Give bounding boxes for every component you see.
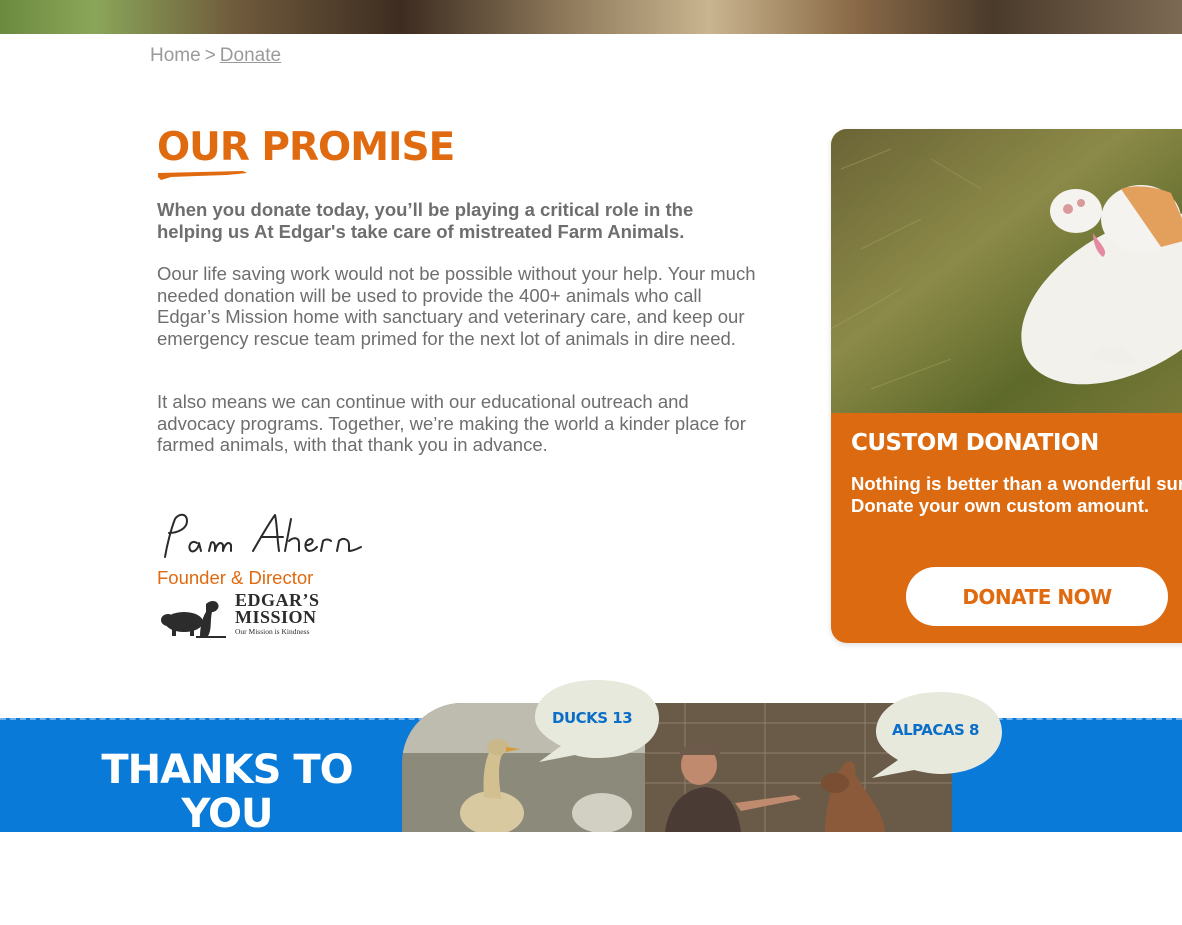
card-title: CUSTOM DONATION	[851, 430, 1099, 456]
card-description-line-1: Nothing is better than a wonderful surp	[851, 473, 1182, 494]
impact-heading-line-1: THANKS TO YOU	[101, 747, 353, 837]
pig-and-person-icon	[161, 601, 226, 638]
founder-role: Founder & Director	[157, 567, 314, 588]
impact-heading-line-2: WE'VE HELPED	[141, 835, 313, 925]
cat-photo	[831, 129, 1182, 413]
brush-underline-icon	[158, 171, 247, 180]
breadcrumb-current-donate[interactable]: Donate	[220, 45, 281, 66]
breadcrumb-separator: >	[204, 45, 216, 66]
promise-paragraph-2: It also means we can continue with our e…	[157, 391, 746, 455]
breadcrumb: Home > Donate	[150, 45, 281, 67]
alpacas-count-label: ALPACAS 8	[892, 721, 979, 739]
hero-image-strip	[0, 0, 1182, 34]
impact-heading: THANKS TO YOU WE'VE HELPED	[82, 748, 372, 924]
card-description-line-2: Donate your own custom amount.	[851, 494, 1150, 516]
custom-donation-card: CUSTOM DONATION Nothing is better than a…	[831, 129, 1182, 643]
promise-intro: When you donate today, you’ll be playing…	[157, 199, 694, 242]
edgars-mission-logo: EDGAR’S MISSION Our Mission is Kindness	[160, 590, 320, 638]
card-description: Nothing is better than a wonderful surp …	[851, 473, 1182, 516]
logo-line-2: MISSION	[235, 607, 317, 627]
logo-tagline: Our Mission is Kindness	[235, 627, 310, 636]
signature-image	[164, 513, 362, 558]
promise-title: OUR PROMISE	[157, 125, 455, 170]
donate-now-button[interactable]: DONATE NOW	[906, 567, 1168, 626]
promise-paragraph-1: Oour life saving work would not be possi…	[157, 263, 756, 349]
ducks-count-label: DUCKS 13	[552, 709, 633, 727]
breadcrumb-home[interactable]: Home	[150, 45, 201, 66]
logo-wordmark: EDGAR’S MISSION	[235, 591, 320, 627]
